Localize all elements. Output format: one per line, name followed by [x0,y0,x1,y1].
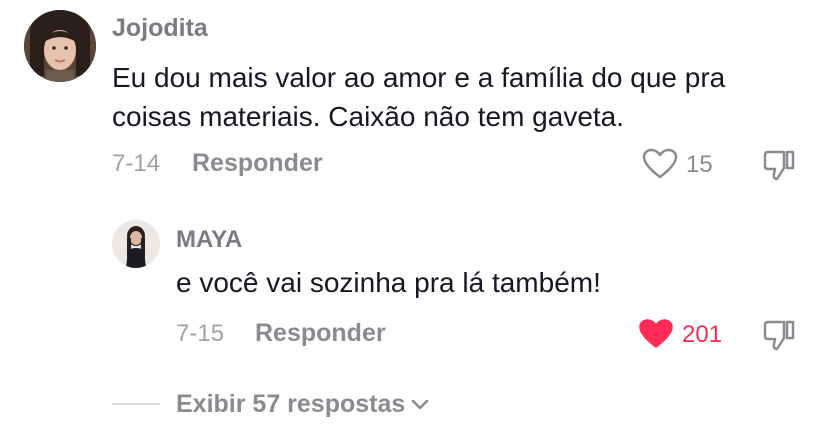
avatar[interactable] [112,220,160,268]
comment-text: Eu dou mais valor ao amor e a família do… [112,58,725,136]
reply-date: 7-15 [176,320,225,347]
thumbs-down-icon[interactable] [760,146,798,184]
reply-button[interactable]: Responder [192,149,323,178]
like-count: 15 [686,151,713,178]
avatar-image [24,10,96,82]
thumbs-down-icon[interactable] [760,316,798,354]
chevron-down-icon [411,399,429,411]
heart-filled-icon[interactable] [636,316,676,352]
heart-outline-icon[interactable] [640,146,680,182]
divider [112,403,160,405]
avatar[interactable] [24,10,96,82]
reply-button[interactable]: Responder [255,319,386,348]
comment-date: 7-14 [112,150,161,177]
view-replies-button[interactable]: Exibir 57 respostas [176,390,429,419]
username[interactable]: Jojodita [112,14,208,43]
like-count: 201 [682,321,723,348]
reply-text: e você vai sozinha pra lá também! [176,267,601,298]
avatar-image [112,220,160,268]
view-replies-label: Exibir 57 respostas [176,390,406,418]
username[interactable]: MAYA [176,226,242,254]
comment-text-line: coisas materiais. Caixão não tem gaveta. [112,101,625,132]
comment-text-line: Eu dou mais valor ao amor e a família do… [112,62,726,93]
